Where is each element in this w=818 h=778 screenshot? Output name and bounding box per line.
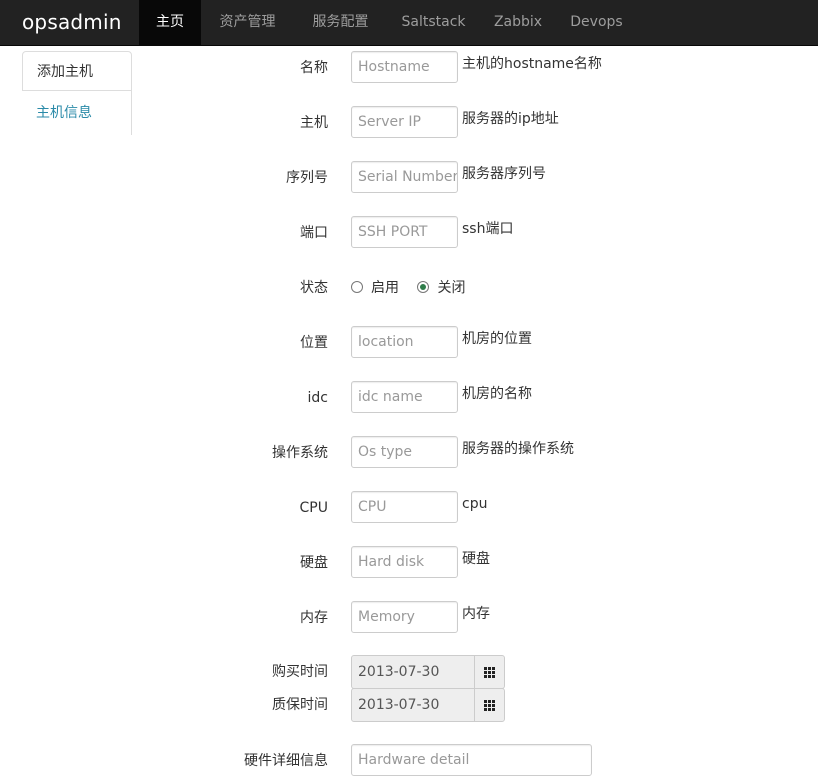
location-hint: 机房的位置 xyxy=(462,331,532,347)
nav-home[interactable]: 主页 xyxy=(139,0,201,46)
calendar-grid-icon xyxy=(484,667,495,678)
form-row-status: 状态 启用 关闭 xyxy=(0,271,818,305)
memory-input[interactable]: Memory xyxy=(351,601,458,633)
hardware-detail-label: 硬件详细信息 xyxy=(244,753,328,769)
server-ip-input[interactable]: Server IP xyxy=(351,106,458,138)
form-row-serial: 序列号 Serial Number 服务器序列号 xyxy=(0,161,818,195)
nav-zabbix[interactable]: Zabbix xyxy=(480,0,556,46)
purchase-date-input[interactable]: 2013-07-30 xyxy=(351,655,475,689)
serial-hint: 服务器序列号 xyxy=(462,166,546,182)
location-input[interactable]: location xyxy=(351,326,458,358)
os-hint: 服务器的操作系统 xyxy=(462,441,574,457)
purchase-date-calendar-button[interactable] xyxy=(474,655,505,689)
warranty-date-calendar-button[interactable] xyxy=(474,688,505,722)
status-disable-label[interactable]: 关闭 xyxy=(437,280,465,296)
memory-label: 内存 xyxy=(300,610,328,626)
nav-asset-management[interactable]: 资产管理 xyxy=(201,0,294,46)
form-row-disk: 硬盘 Hard disk 硬盘 xyxy=(0,546,818,580)
disk-hint: 硬盘 xyxy=(462,551,490,567)
purchase-date-label: 购买时间 xyxy=(272,664,328,680)
cpu-input[interactable]: CPU xyxy=(351,491,458,523)
port-hint: ssh端口 xyxy=(462,221,514,237)
idc-name-input[interactable]: idc name xyxy=(351,381,458,413)
status-disable-radio[interactable] xyxy=(417,280,430,293)
idc-label: idc xyxy=(307,390,328,406)
form-row-port: 端口 SSH PORT ssh端口 xyxy=(0,216,818,250)
form-row-warranty-date: 质保时间 2013-07-30 xyxy=(0,688,818,722)
warranty-date-input[interactable]: 2013-07-30 xyxy=(351,688,475,722)
hostname-label: 名称 xyxy=(300,60,328,76)
ssh-port-input[interactable]: SSH PORT xyxy=(351,216,458,248)
cpu-label: CPU xyxy=(299,500,328,516)
hard-disk-input[interactable]: Hard disk xyxy=(351,546,458,578)
form-row-memory: 内存 Memory 内存 xyxy=(0,601,818,635)
form-row-os: 操作系统 Os type 服务器的操作系统 xyxy=(0,436,818,470)
warranty-date-label: 质保时间 xyxy=(272,697,328,713)
form-row-location: 位置 location 机房的位置 xyxy=(0,326,818,360)
hostname-hint: 主机的hostname名称 xyxy=(462,56,602,72)
nav-service-config[interactable]: 服务配置 xyxy=(294,0,387,46)
calendar-grid-icon xyxy=(484,700,495,711)
port-label: 端口 xyxy=(300,225,328,241)
form-row-host: 主机 Server IP 服务器的ip地址 xyxy=(0,106,818,140)
hostname-input[interactable]: Hostname xyxy=(351,51,458,83)
form-row-purchase-date: 购买时间 2013-07-30 xyxy=(0,655,818,689)
location-label: 位置 xyxy=(300,335,328,351)
form-row-idc: idc idc name 机房的名称 xyxy=(0,381,818,415)
status-enable-radio[interactable] xyxy=(351,280,363,293)
brand-logo[interactable]: opsadmin xyxy=(22,0,122,46)
nav-saltstack[interactable]: Saltstack xyxy=(387,0,480,46)
status-enable-label[interactable]: 启用 xyxy=(371,280,399,296)
top-navbar: opsadmin 主页 资产管理 服务配置 Saltstack Zabbix D… xyxy=(0,0,818,46)
os-label: 操作系统 xyxy=(272,445,328,461)
hardware-detail-input[interactable]: Hardware detail xyxy=(351,744,592,776)
os-type-input[interactable]: Os type xyxy=(351,436,458,468)
memory-hint: 内存 xyxy=(462,606,490,622)
idc-hint: 机房的名称 xyxy=(462,386,532,402)
form-row-hostname: 名称 Hostname 主机的hostname名称 xyxy=(0,51,818,85)
nav-devops[interactable]: Devops xyxy=(556,0,637,46)
serial-label: 序列号 xyxy=(286,170,328,186)
status-label: 状态 xyxy=(300,280,328,296)
serial-number-input[interactable]: Serial Number xyxy=(351,161,458,193)
cpu-hint: cpu xyxy=(462,496,488,512)
host-label: 主机 xyxy=(300,115,328,131)
disk-label: 硬盘 xyxy=(300,555,328,571)
form-row-cpu: CPU CPU cpu xyxy=(0,491,818,525)
host-hint: 服务器的ip地址 xyxy=(462,111,559,127)
form-row-hardware-detail: 硬件详细信息 Hardware detail xyxy=(0,744,818,778)
status-radio-group: 启用 关闭 xyxy=(351,271,479,305)
